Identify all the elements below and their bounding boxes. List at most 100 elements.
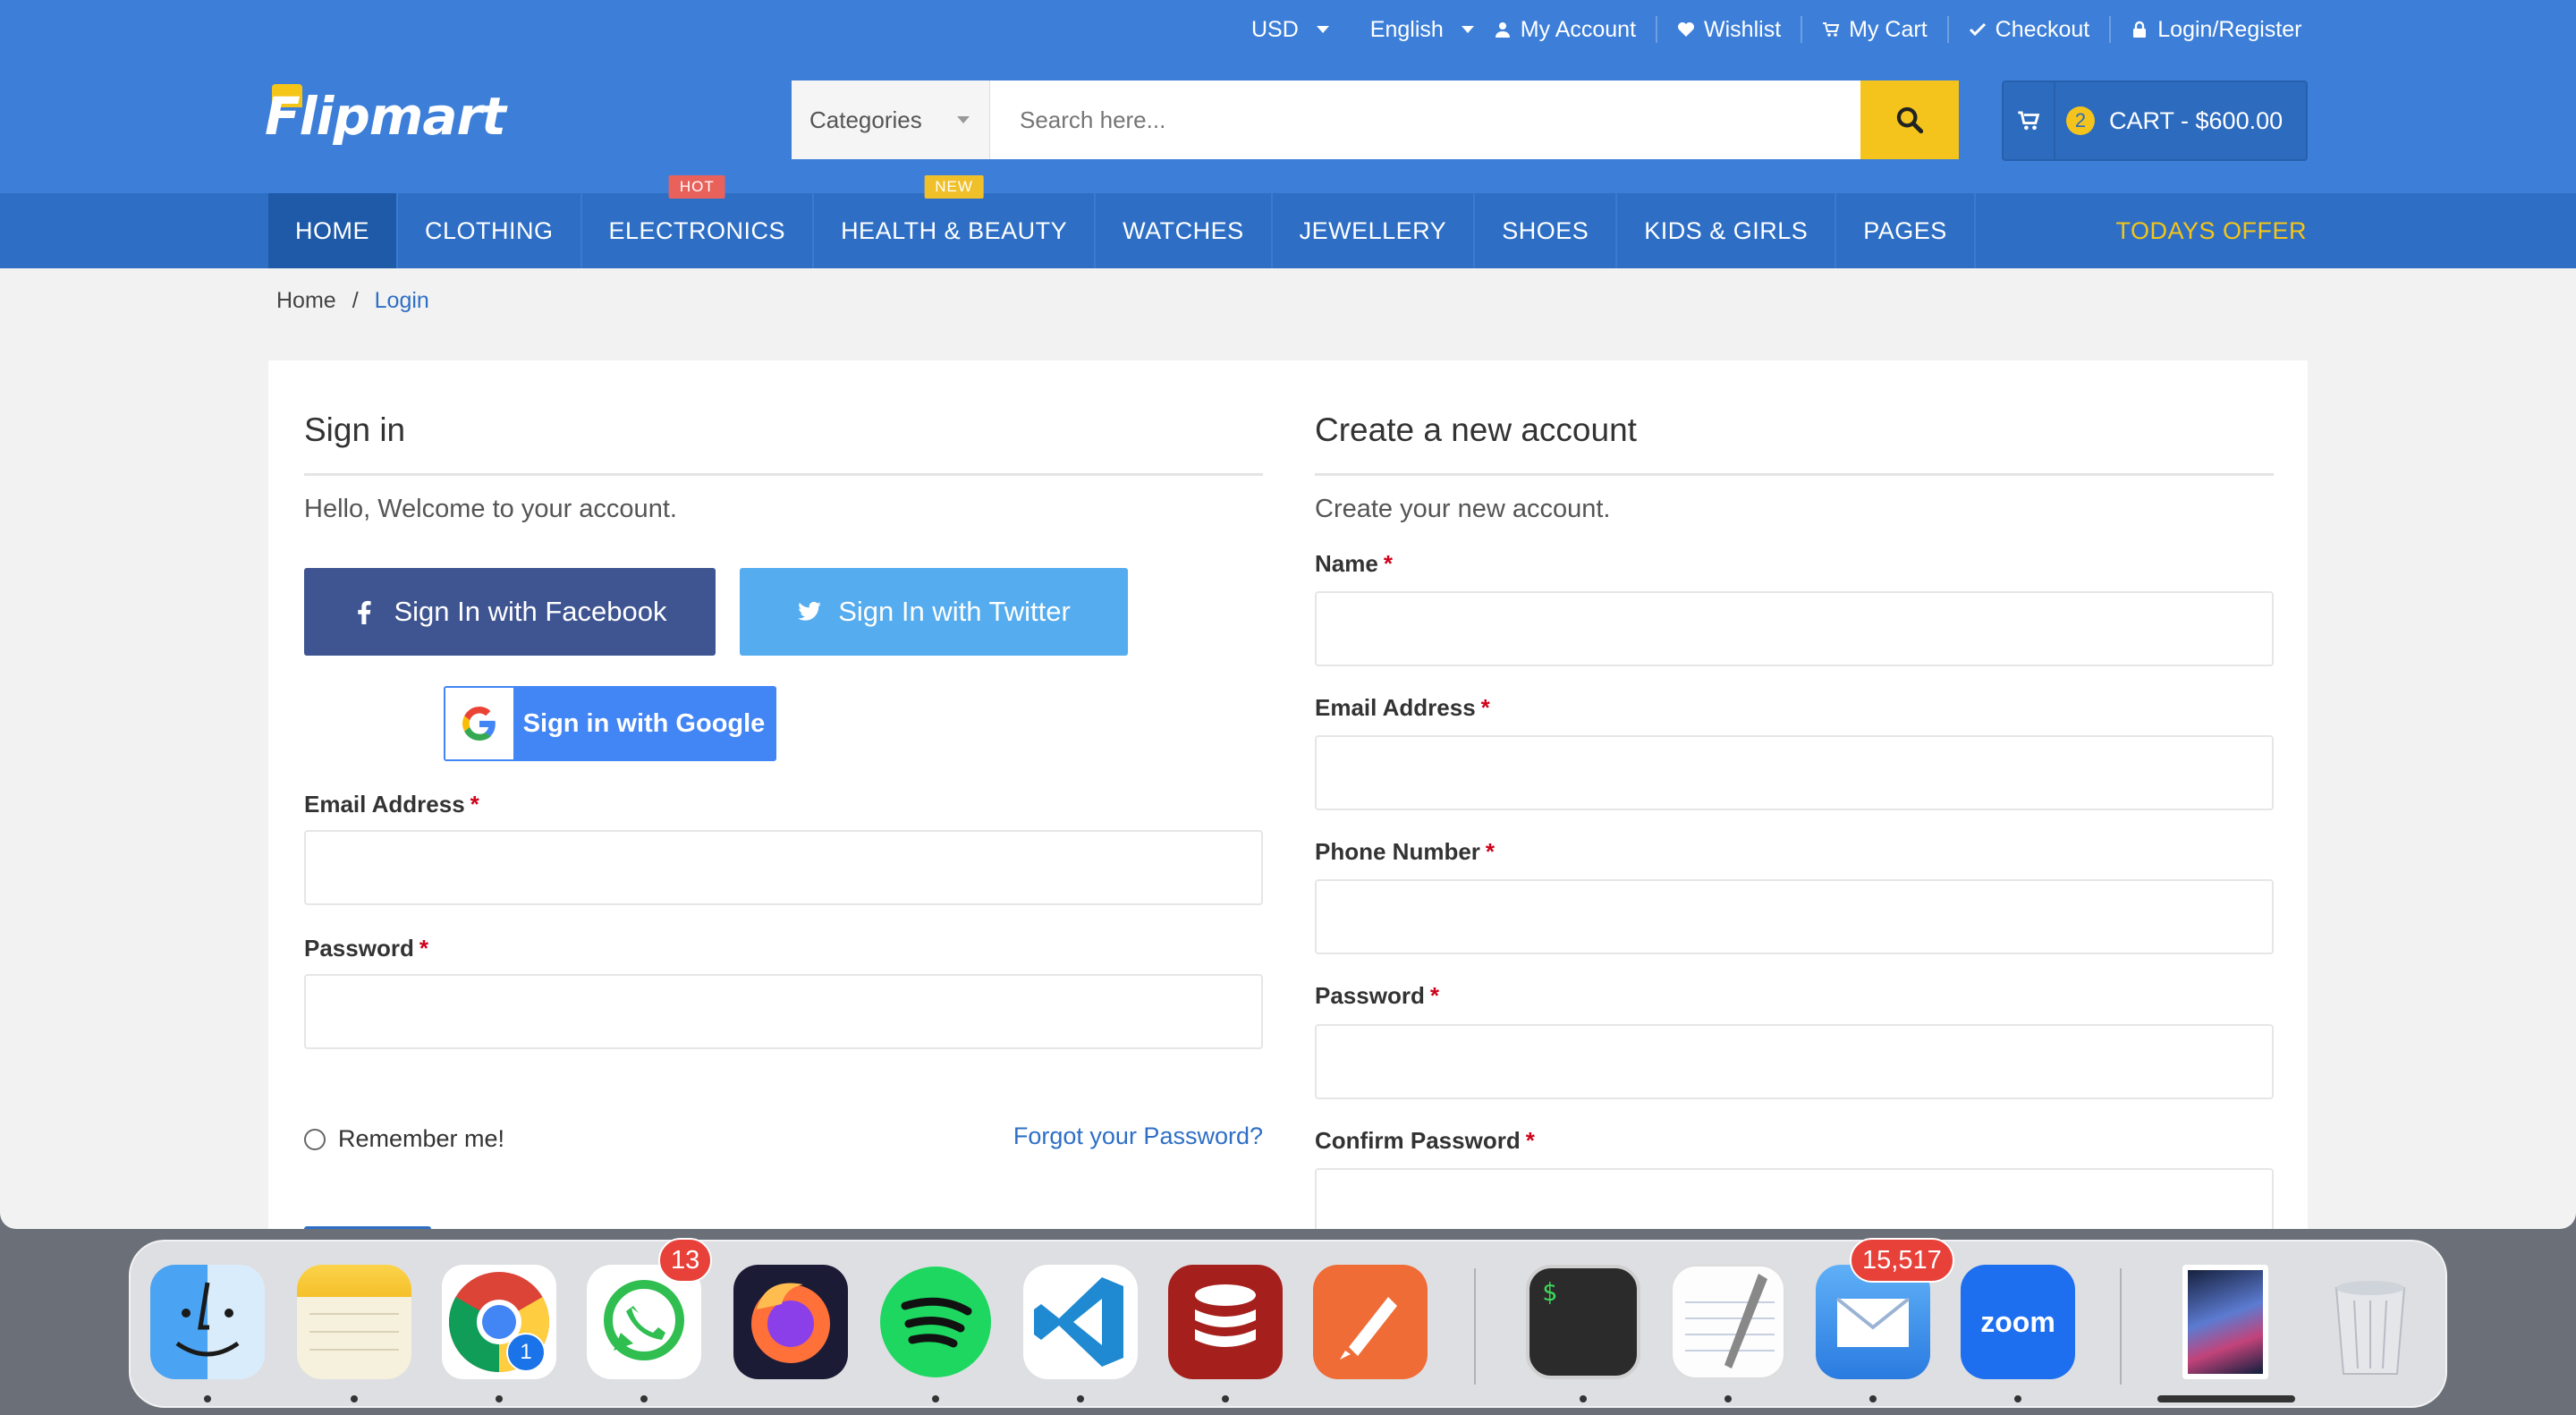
lock-icon bbox=[2133, 21, 2147, 38]
spotify-icon[interactable] bbox=[878, 1265, 993, 1379]
running-indicator bbox=[351, 1395, 358, 1402]
zoom-label: zoom bbox=[1980, 1305, 2055, 1338]
currency-select[interactable]: USD bbox=[1251, 17, 1329, 43]
register-name-field[interactable] bbox=[1315, 591, 2274, 666]
chrome-badge: 1 bbox=[506, 1333, 546, 1372]
required-asterisk: * bbox=[419, 935, 428, 962]
flipmart-logo[interactable]: Flipmart bbox=[265, 82, 506, 150]
divider bbox=[1656, 16, 1658, 43]
nav-label: WATCHES bbox=[1123, 216, 1244, 244]
required-asterisk: * bbox=[1480, 694, 1490, 721]
nav-item-jewellery[interactable]: JEWELLERY bbox=[1273, 193, 1476, 268]
user-icon bbox=[1495, 22, 1510, 38]
remember-me[interactable]: Remember me! bbox=[304, 1125, 504, 1153]
search-input[interactable] bbox=[990, 80, 1860, 159]
twitter-signin-button[interactable]: Sign In with Twitter bbox=[740, 568, 1128, 656]
trash-icon[interactable] bbox=[2313, 1265, 2428, 1379]
remember-me-radio[interactable] bbox=[304, 1128, 326, 1150]
finder-icon[interactable] bbox=[150, 1265, 265, 1379]
required-asterisk: * bbox=[1429, 982, 1439, 1009]
wishlist-label: Wishlist bbox=[1704, 16, 1782, 42]
nav-item-shoes[interactable]: SHOES bbox=[1475, 193, 1618, 268]
signin-title: Sign in bbox=[304, 411, 406, 448]
nav-label: ELECTRONICS bbox=[608, 216, 786, 244]
breadcrumb: Home / Login bbox=[276, 288, 429, 314]
register-email-label: Email Address * bbox=[1315, 694, 1490, 721]
register-lead: Create your new account. bbox=[1315, 495, 1611, 523]
login-submit-button[interactable] bbox=[304, 1226, 431, 1229]
terminal-icon[interactable]: $ bbox=[1526, 1265, 1640, 1379]
my-cart-link[interactable]: My Cart bbox=[1822, 17, 1928, 43]
divider bbox=[1946, 16, 1949, 43]
heart-icon bbox=[1678, 22, 1695, 37]
nav-item-clothing[interactable]: CLOTHING bbox=[398, 193, 582, 268]
running-indicator bbox=[2014, 1395, 2021, 1402]
search-button[interactable] bbox=[1860, 80, 1959, 159]
postman-icon[interactable] bbox=[1313, 1265, 1428, 1379]
vscode-icon[interactable] bbox=[1023, 1265, 1138, 1379]
textedit-icon[interactable] bbox=[1671, 1265, 1785, 1379]
cart-button[interactable]: 2 CART - $600.00 bbox=[2002, 80, 2308, 161]
nav-item-pages[interactable]: PAGES bbox=[1836, 193, 1976, 268]
nav-item-kids-girls[interactable]: KIDS & GIRLS bbox=[1617, 193, 1837, 268]
nav-item-watches[interactable]: WATCHES bbox=[1096, 193, 1273, 268]
cart-icon-wrap bbox=[2004, 109, 2054, 132]
chevron-down-icon bbox=[1316, 26, 1329, 33]
password-label: Password * bbox=[304, 935, 428, 962]
mail-badge: 15,517 bbox=[1850, 1238, 1954, 1283]
divider bbox=[1801, 16, 1803, 43]
terminal-prompt: $ bbox=[1542, 1277, 1557, 1307]
main-nav: HOME CLOTHING HOT ELECTRONICS NEW HEALTH… bbox=[0, 175, 2576, 268]
running-indicator bbox=[1580, 1395, 1587, 1402]
zoom-icon[interactable]: zoom bbox=[1961, 1265, 2075, 1379]
language-select[interactable]: English bbox=[1370, 17, 1474, 43]
divider bbox=[2054, 80, 2055, 161]
divider bbox=[2109, 16, 2112, 43]
required-asterisk: * bbox=[1485, 838, 1496, 865]
running-indicator bbox=[640, 1395, 648, 1402]
register-email-field[interactable] bbox=[1315, 735, 2274, 810]
cart-icon bbox=[1823, 22, 1840, 37]
nav-item-health-beauty[interactable]: NEW HEALTH & BEAUTY bbox=[814, 175, 1097, 268]
category-select[interactable]: Categories bbox=[792, 80, 990, 159]
google-icon bbox=[462, 707, 496, 741]
new-badge: NEW bbox=[924, 175, 984, 199]
database-icon[interactable] bbox=[1168, 1265, 1283, 1379]
signin-lead: Hello, Welcome to your account. bbox=[304, 495, 677, 523]
todays-offer-link[interactable]: TODAYS OFFER bbox=[2115, 193, 2307, 268]
firefox-icon[interactable] bbox=[733, 1265, 848, 1379]
top-links: USD English My Account Wishlist My Cart … bbox=[1251, 13, 2301, 47]
wishlist-link[interactable]: Wishlist bbox=[1677, 17, 1781, 43]
cart-count-badge: 2 bbox=[2066, 106, 2095, 135]
cart-total-label: CART - $600.00 bbox=[2109, 106, 2284, 134]
nav-label: HOME bbox=[295, 216, 369, 244]
signin-email-field[interactable] bbox=[304, 830, 1263, 905]
name-label: Name * bbox=[1315, 550, 1393, 577]
checkout-link[interactable]: Checkout bbox=[1969, 17, 2089, 43]
preview-icon[interactable] bbox=[2182, 1265, 2268, 1379]
search-bar: Categories bbox=[792, 80, 1959, 159]
signin-password-field[interactable] bbox=[304, 974, 1263, 1049]
running-indicator bbox=[1222, 1395, 1229, 1402]
facebook-signin-button[interactable]: Sign In with Facebook bbox=[304, 568, 716, 656]
twitter-signin-label: Sign In with Twitter bbox=[838, 596, 1071, 627]
forgot-password-link[interactable]: Forgot your Password? bbox=[1013, 1123, 1263, 1150]
register-phone-field[interactable] bbox=[1315, 879, 2274, 954]
running-indicator bbox=[496, 1395, 503, 1402]
register-confirm-password-field[interactable] bbox=[1315, 1168, 2274, 1229]
google-signin-label: Sign in with Google bbox=[522, 708, 766, 738]
my-account-link[interactable]: My Account bbox=[1494, 17, 1636, 43]
notes-icon[interactable] bbox=[297, 1265, 411, 1379]
divider bbox=[1349, 16, 1351, 43]
register-password-field[interactable] bbox=[1315, 1024, 2274, 1099]
login-register-link[interactable]: Login/Register bbox=[2131, 17, 2301, 43]
remember-me-label: Remember me! bbox=[338, 1125, 505, 1152]
breadcrumb-home[interactable]: Home bbox=[276, 288, 336, 314]
nav-item-home[interactable]: HOME bbox=[268, 193, 398, 268]
google-signin-button[interactable]: Sign in with Google bbox=[444, 686, 776, 761]
hot-badge: HOT bbox=[668, 175, 725, 199]
nav-item-electronics[interactable]: HOT ELECTRONICS bbox=[582, 175, 815, 268]
required-asterisk: * bbox=[1525, 1127, 1535, 1154]
nav-label: SHOES bbox=[1502, 216, 1589, 244]
dock-separator bbox=[1474, 1268, 1476, 1385]
